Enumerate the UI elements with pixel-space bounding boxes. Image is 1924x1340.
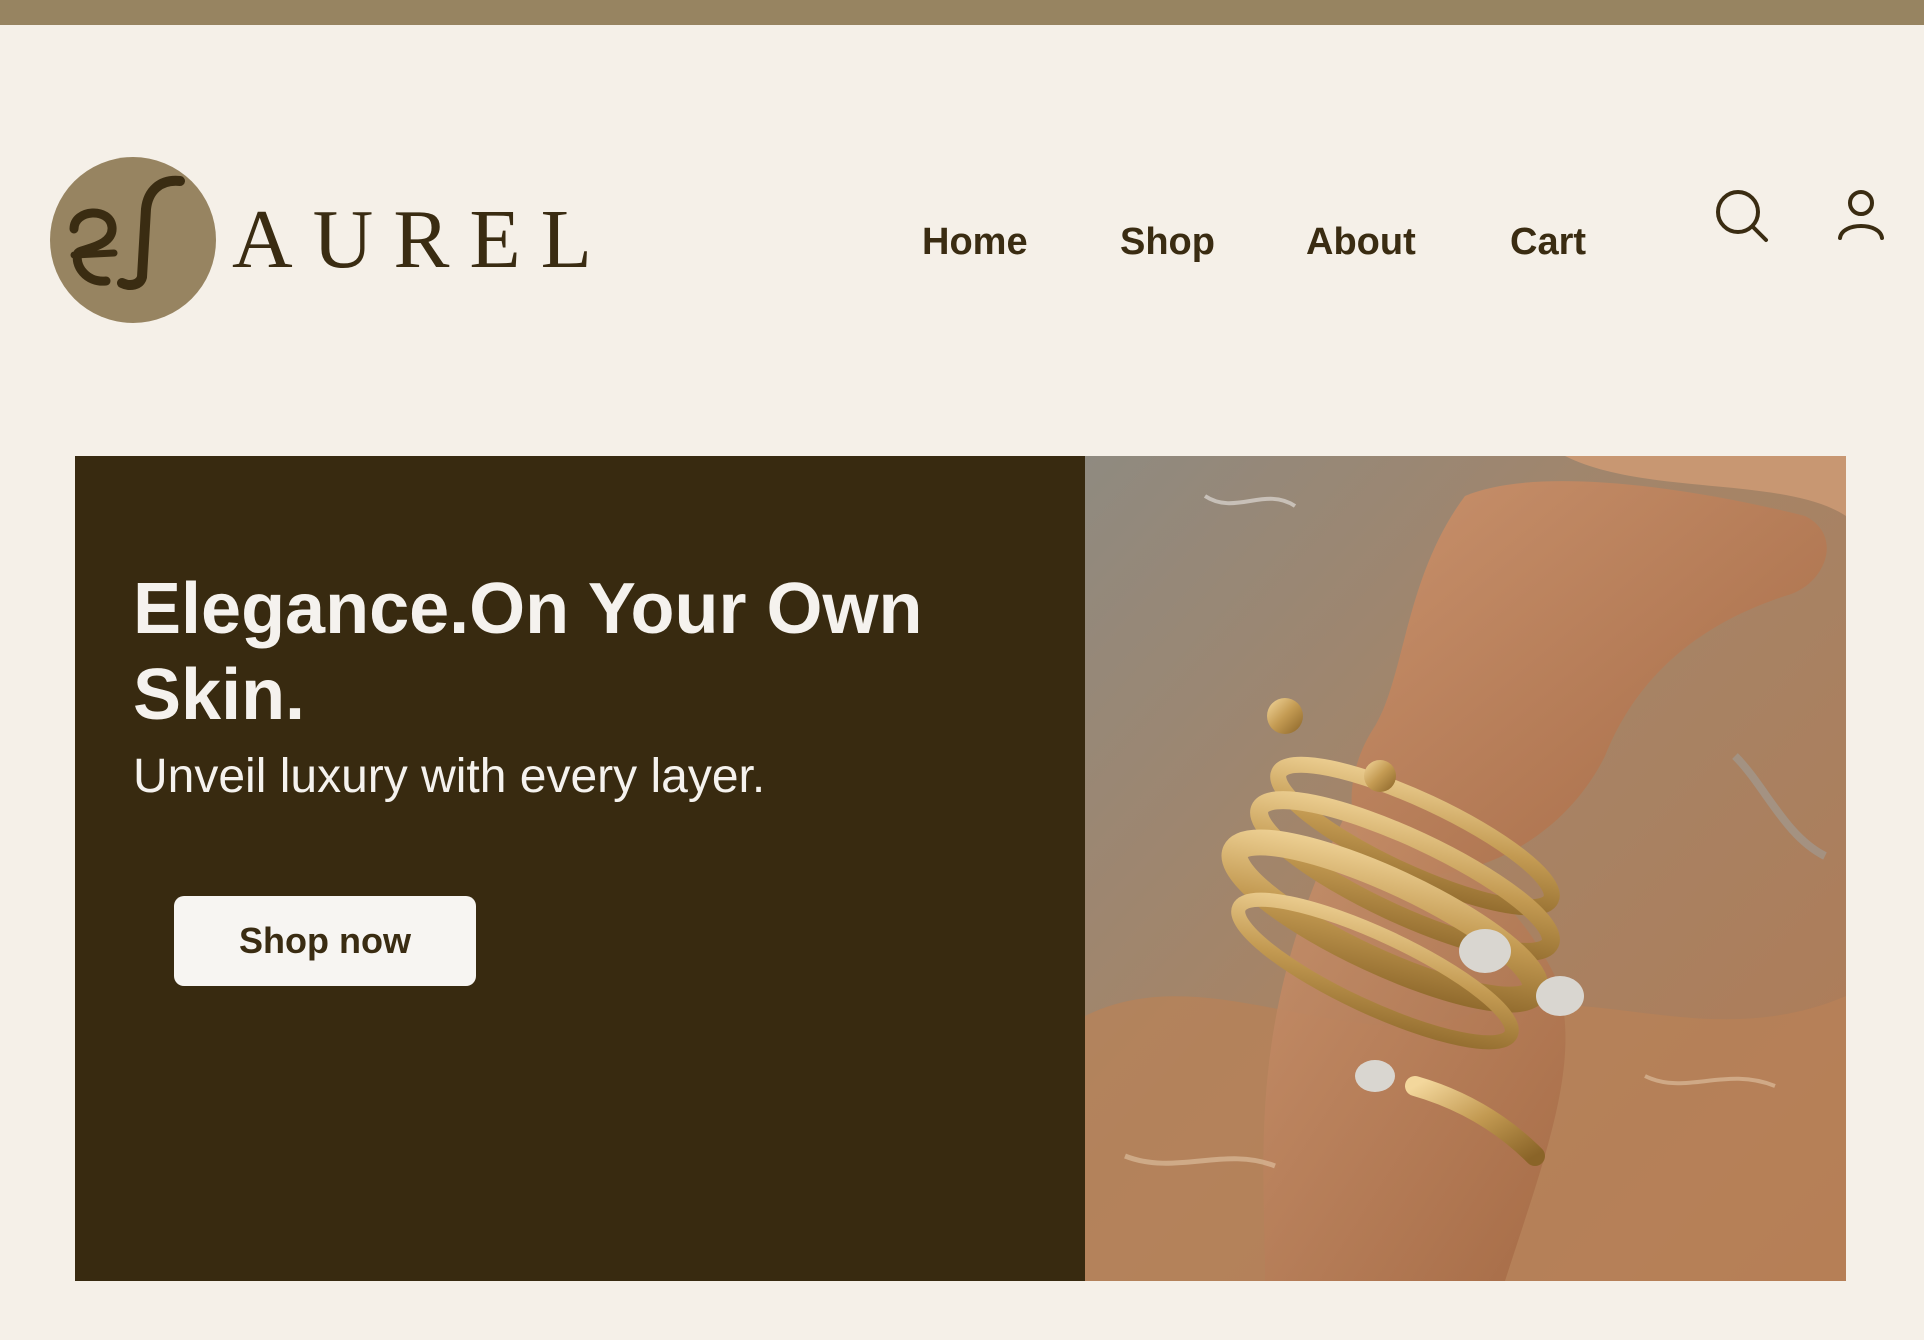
site-header: AUREL Home Shop About Cart: [0, 25, 1924, 405]
nav-item-shop[interactable]: Shop: [1120, 221, 1215, 264]
hero-subtitle: Unveil luxury with every layer.: [133, 750, 766, 803]
hero-banner: Elegance.On Your Own Skin. Unveil luxury…: [75, 456, 1846, 1281]
user-icon: [1838, 190, 1884, 240]
shop-now-button[interactable]: Shop now: [174, 896, 476, 986]
top-accent-bar: [0, 0, 1924, 25]
hero-text-panel: Elegance.On Your Own Skin. Unveil luxury…: [75, 456, 1085, 1281]
hero-image: [1085, 456, 1846, 1281]
nav-item-cart[interactable]: Cart: [1510, 221, 1586, 264]
bracelets-photo-illustration: [1085, 456, 1846, 1281]
search-button[interactable]: [1714, 188, 1770, 249]
nav-item-about[interactable]: About: [1306, 221, 1416, 264]
search-icon: [1716, 190, 1768, 242]
main-nav: Home Shop About Cart: [0, 221, 1924, 271]
account-button[interactable]: [1836, 188, 1886, 247]
hero-title: Elegance.On Your Own Skin.: [133, 569, 923, 735]
nav-item-home[interactable]: Home: [922, 221, 1028, 264]
